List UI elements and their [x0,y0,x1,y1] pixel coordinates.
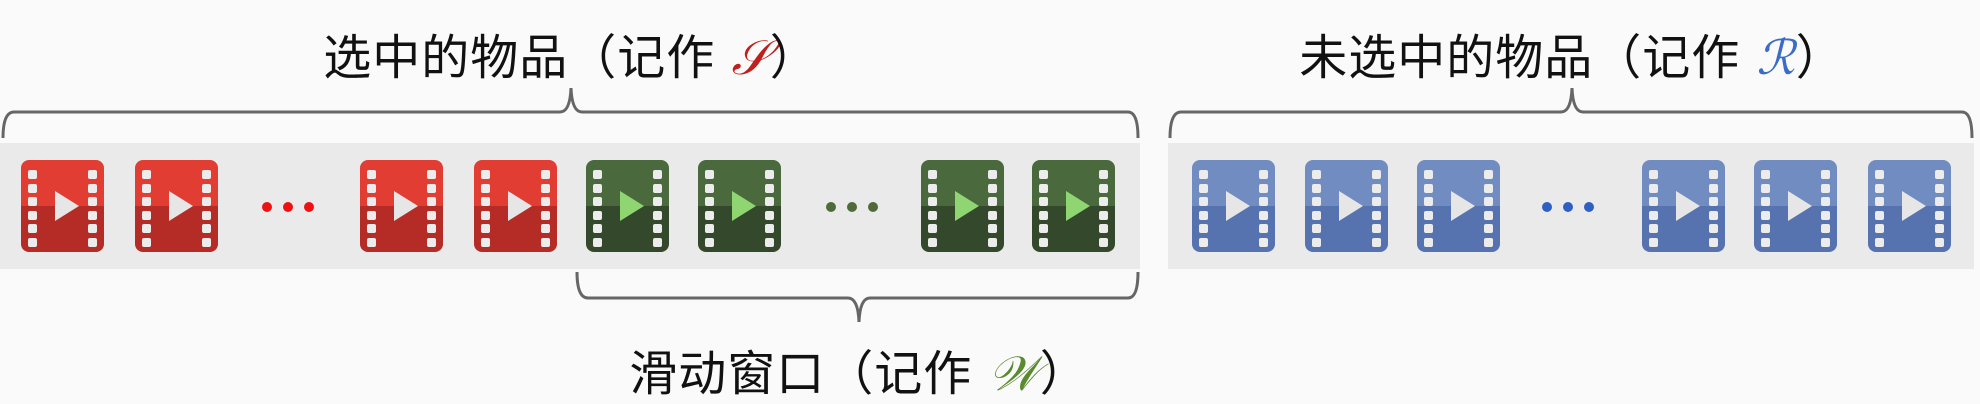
video-item-icon [360,160,443,252]
symbol-w: 𝒲 [988,346,1040,402]
play-icon [1339,191,1363,221]
video-item-icon [1642,160,1725,252]
video-item-icon [1192,160,1275,252]
window-brace [575,271,1140,323]
unselected-brace [1168,87,1974,139]
video-item-icon [1868,160,1951,252]
unselected-items-label: 未选中的物品（记作 ℛ） [1299,18,1845,88]
ellipsis-icon [1542,202,1594,212]
video-item-icon [21,160,104,252]
close-paren: ） [1039,346,1089,402]
video-item-icon [586,160,669,252]
video-item-icon [1754,160,1837,252]
video-item-icon [1417,160,1500,252]
ellipsis-icon [262,202,314,212]
video-item-icon [474,160,557,252]
selected-items-text: 选中的物品（记作 [323,30,732,86]
selected-items-label: 选中的物品（记作 𝒮） [323,18,818,88]
unselected-items-text: 未选中的物品（记作 [1299,30,1757,86]
selected-brace [1,87,1140,139]
play-icon [55,191,79,221]
play-icon [1451,191,1475,221]
symbol-r: ℛ [1756,30,1796,86]
video-item-icon [921,160,1004,252]
video-item-icon [1305,160,1388,252]
play-icon [1902,191,1926,221]
symbol-s: 𝒮 [731,30,770,86]
sliding-window-label: 滑动窗口（记作 𝒲） [629,334,1089,404]
sliding-window-text: 滑动窗口（记作 [629,346,989,402]
play-icon [732,191,756,221]
play-icon [1676,191,1700,221]
play-icon [955,191,979,221]
play-icon [1788,191,1812,221]
play-icon [508,191,532,221]
play-icon [394,191,418,221]
play-icon [1226,191,1250,221]
ellipsis-icon [826,202,878,212]
close-paren: ） [769,30,819,86]
video-item-icon [1032,160,1115,252]
video-item-icon [135,160,218,252]
play-icon [1066,191,1090,221]
play-icon [169,191,193,221]
close-paren: ） [1795,30,1845,86]
video-item-icon [698,160,781,252]
play-icon [620,191,644,221]
